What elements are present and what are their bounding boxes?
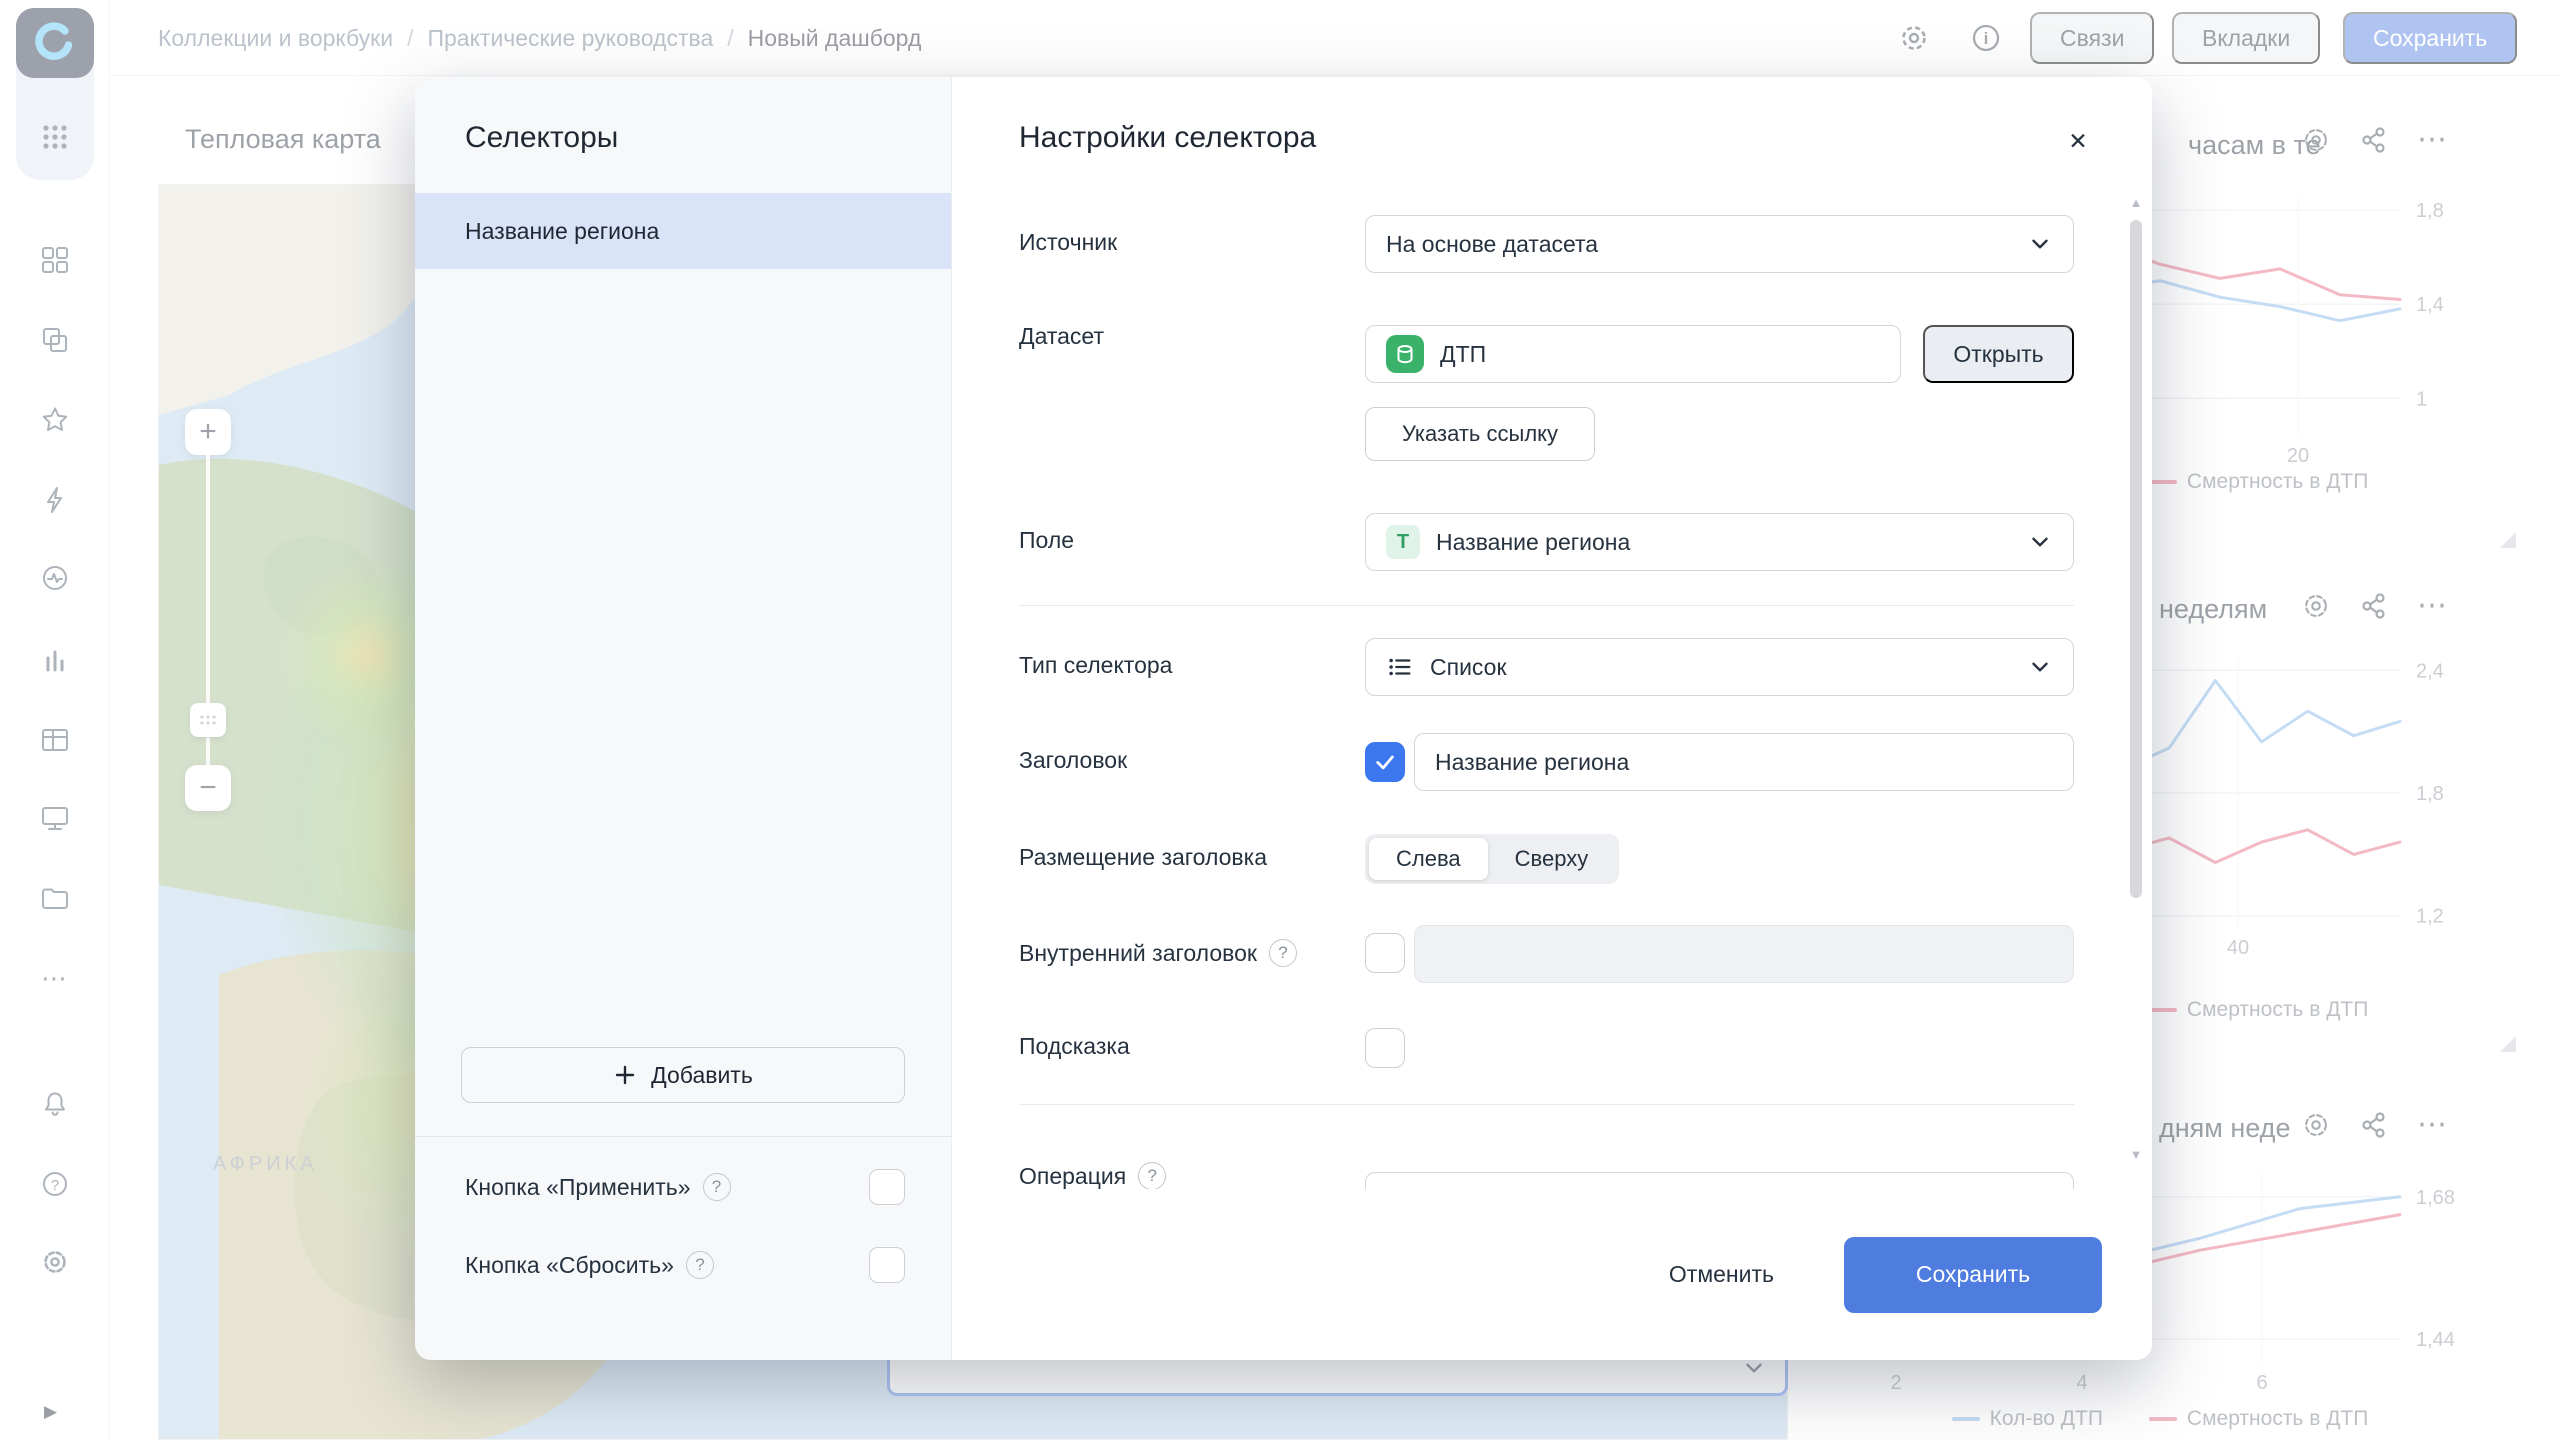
divider [415, 1136, 951, 1137]
add-selector-button[interactable]: Добавить [461, 1047, 905, 1103]
selector-type-select[interactable]: Список [1365, 638, 2074, 696]
selector-type-value: Список [1430, 654, 1507, 681]
hint-checkbox[interactable] [1365, 1028, 1405, 1068]
scrollbar-thumb[interactable] [2130, 220, 2142, 898]
chevron-down-icon [2027, 654, 2053, 680]
save-selector-button[interactable]: Сохранить [1844, 1237, 2102, 1313]
selector-list-item-selected[interactable]: Название региона [415, 193, 951, 269]
dataset-name: ДТП [1440, 341, 1486, 368]
hint-label: Подсказка [1019, 1033, 1130, 1060]
selectors-panel-title: Селекторы [465, 121, 618, 155]
title-checkbox-checked[interactable] [1365, 742, 1405, 782]
title-field-label: Заголовок [1019, 747, 1127, 774]
inner-title-label-text: Внутренний заголовок [1019, 940, 1257, 967]
source-select-value: На основе датасета [1386, 231, 1598, 258]
selector-item-label: Название региона [465, 218, 659, 245]
reset-button-option-label: Кнопка «Сбросить» [465, 1252, 674, 1279]
cancel-button[interactable]: Отменить [1669, 1261, 1774, 1288]
dataset-select[interactable]: ДТП [1365, 325, 1901, 383]
field-select-value: Название региона [1436, 529, 1630, 556]
divider [1019, 1104, 2074, 1105]
divider [1019, 605, 2074, 606]
selector-settings-panel: Настройки селектора ✕ Источник На основе… [952, 77, 2152, 1360]
reset-button-option-row: Кнопка «Сбросить» ? [415, 1237, 951, 1293]
placement-option-top[interactable]: Сверху [1488, 838, 1616, 880]
inner-title-checkbox[interactable] [1365, 933, 1405, 973]
operation-label-text: Операция [1019, 1163, 1126, 1190]
chevron-down-icon [2027, 231, 2053, 257]
dialog-footer: Отменить Сохранить [952, 1189, 2152, 1360]
source-select[interactable]: На основе датасета [1365, 215, 2074, 273]
specify-link-button[interactable]: Указать ссылку [1365, 407, 1595, 461]
selectors-panel: Селекторы Название региона Добавить Кноп… [415, 77, 952, 1360]
dataset-field-label: Датасет [1019, 323, 1104, 350]
placement-option-left[interactable]: Слева [1369, 838, 1488, 880]
dataset-icon [1386, 335, 1424, 373]
source-field-label: Источник [1019, 229, 1117, 256]
scroll-up-arrow[interactable]: ▲ [2128, 195, 2144, 210]
plus-icon [613, 1063, 637, 1087]
title-text-input[interactable] [1414, 733, 2074, 791]
selector-settings-dialog: Селекторы Название региона Добавить Кноп… [415, 77, 2152, 1360]
add-selector-label: Добавить [651, 1062, 753, 1089]
settings-panel-title: Настройки селектора [1019, 121, 1316, 155]
apply-button-checkbox[interactable] [869, 1169, 905, 1205]
scroll-down-arrow[interactable]: ▼ [2128, 1147, 2144, 1162]
title-placement-segmented-control: Слева Сверху [1365, 834, 1619, 884]
field-select[interactable]: T Название региона [1365, 513, 2074, 571]
string-type-icon: T [1386, 525, 1420, 559]
reset-button-checkbox[interactable] [869, 1247, 905, 1283]
title-placement-label: Размещение заголовка [1019, 844, 1267, 871]
help-icon[interactable]: ? [1138, 1162, 1166, 1190]
app-root: ⋯ ? ▶ Коллекции и воркбуки / Практически… [0, 0, 2560, 1440]
list-icon [1386, 653, 1414, 681]
operation-label: Операция ? [1019, 1162, 1166, 1190]
chevron-down-icon [2027, 529, 2053, 555]
apply-button-option-row: Кнопка «Применить» ? [415, 1159, 951, 1215]
selector-type-label: Тип селектора [1019, 652, 1172, 679]
field-field-label: Поле [1019, 527, 1074, 554]
inner-title-input-disabled [1414, 925, 2074, 983]
help-icon[interactable]: ? [703, 1173, 731, 1201]
inner-title-label: Внутренний заголовок ? [1019, 939, 1297, 967]
help-icon[interactable]: ? [686, 1251, 714, 1279]
check-icon [1374, 751, 1396, 773]
help-icon[interactable]: ? [1269, 939, 1297, 967]
close-dialog-button[interactable]: ✕ [2056, 119, 2100, 163]
apply-button-option-label: Кнопка «Применить» [465, 1174, 691, 1201]
open-dataset-button[interactable]: Открыть [1923, 325, 2074, 383]
